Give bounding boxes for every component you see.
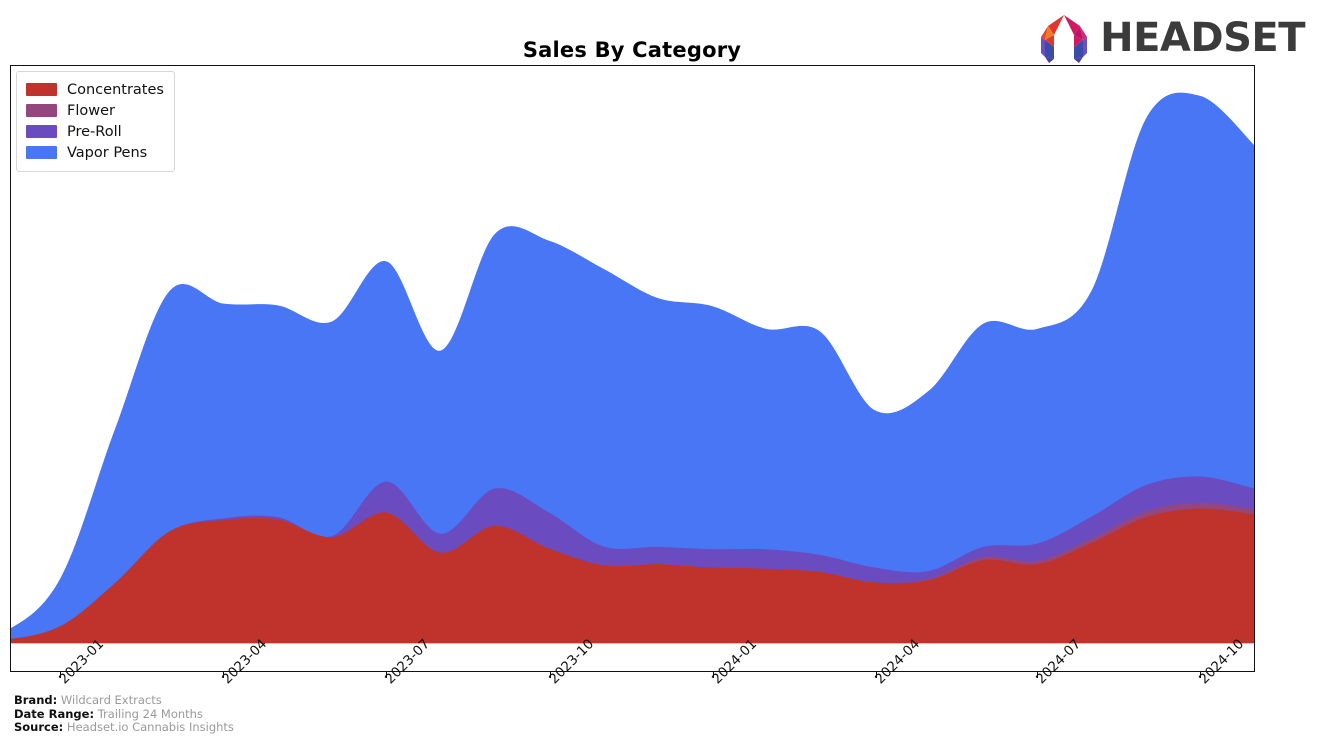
x-tick-mark [550, 672, 551, 678]
footer-date-range: Date Range: Trailing 24 Months [14, 706, 234, 722]
legend-swatch-flower [26, 104, 57, 117]
legend-item-flower[interactable]: Flower [26, 100, 164, 121]
legend-item-vapor-pens[interactable]: Vapor Pens [26, 142, 164, 163]
footer-brand-value: Wildcard Extracts [60, 693, 162, 708]
legend-item-concentrates[interactable]: Concentrates [26, 79, 164, 100]
x-tick-mark [713, 672, 714, 678]
footer-date-range-value: Trailing 24 Months [97, 706, 203, 721]
legend-label-vapor-pens: Vapor Pens [67, 144, 148, 161]
legend-label-concentrates: Concentrates [67, 81, 164, 98]
sales-by-category-chart: Sales By Category HEADSET Concentrates F… [0, 0, 1317, 743]
x-tick-mark [386, 672, 387, 678]
footer-brand-label: Brand: [14, 693, 58, 708]
legend-label-flower: Flower [67, 102, 115, 119]
x-tick-mark [60, 672, 61, 678]
plot-area [10, 65, 1255, 672]
x-tick-mark [1200, 672, 1201, 678]
legend-item-pre-roll[interactable]: Pre-Roll [26, 121, 164, 142]
x-tick-mark [223, 672, 224, 678]
headset-horseshoe-logo-icon [1041, 15, 1088, 63]
legend-swatch-pre-roll [26, 125, 57, 138]
legend-label-pre-roll: Pre-Roll [67, 123, 122, 140]
footer-source-label: Source: [14, 720, 64, 735]
footer-date-range-label: Date Range: [14, 706, 95, 721]
stacked-area-plot [11, 92, 1254, 644]
logo-wordmark: HEADSET [1100, 15, 1305, 61]
x-tick-mark [1037, 672, 1038, 678]
legend-swatch-vapor-pens [26, 146, 57, 159]
chart-footer: Brand: Wildcard Extracts Date Range: Tra… [14, 693, 234, 735]
legend-swatch-concentrates [26, 83, 57, 96]
headset-logo: HEADSET [1036, 12, 1305, 64]
footer-source-value: Headset.io Cannabis Insights [66, 720, 234, 735]
x-tick-mark [876, 672, 877, 678]
footer-source: Source: Headset.io Cannabis Insights [14, 721, 234, 735]
footer-brand: Brand: Wildcard Extracts [14, 693, 234, 708]
legend: Concentrates Flower Pre-Roll Vapor Pens [16, 71, 175, 172]
